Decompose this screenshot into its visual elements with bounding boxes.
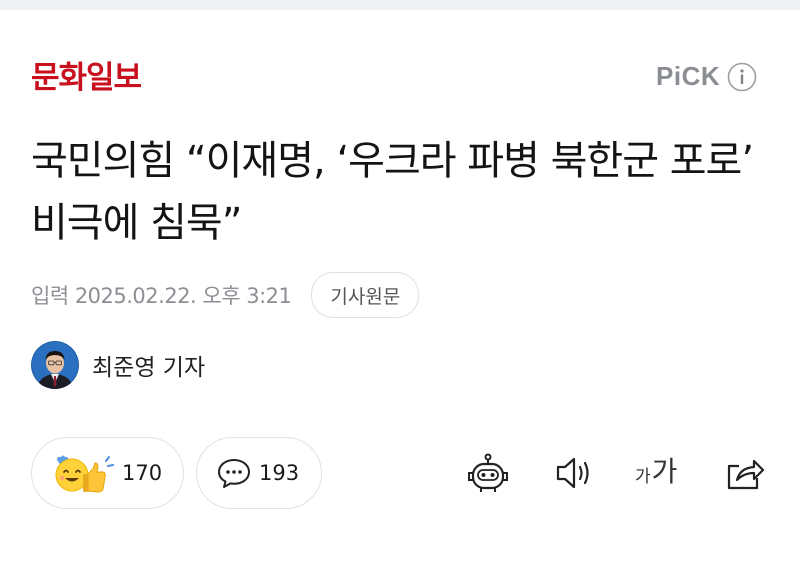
reporter-avatar bbox=[31, 341, 79, 389]
reporter-name: 최준영 기자 bbox=[92, 355, 206, 381]
comment-count: 193 bbox=[259, 461, 300, 485]
share-icon[interactable] bbox=[724, 452, 766, 494]
top-status-strip bbox=[0, 0, 800, 10]
original-article-button[interactable]: 기사원문 bbox=[311, 272, 420, 318]
article-meta: 입력 2025.02.22. 오후 3:21 기사원문 bbox=[31, 272, 420, 318]
reaction-emoji-icon bbox=[55, 455, 114, 493]
press-logo[interactable]: 문화일보 bbox=[31, 58, 142, 98]
font-size-button[interactable]: 가 가 bbox=[635, 452, 677, 492]
font-size-large-glyph: 가 bbox=[651, 455, 678, 488]
pick-label: PiCK bbox=[656, 61, 721, 91]
comment-icon bbox=[218, 459, 250, 488]
ai-summary-robot-icon[interactable] bbox=[466, 452, 510, 496]
article-headline: 국민의힘 “이재명, ‘우크라 파병 북한군 포로’ 비극에 침묵” bbox=[31, 138, 754, 246]
text-to-speech-icon[interactable] bbox=[554, 452, 596, 494]
comment-button[interactable]: 193 bbox=[196, 437, 322, 509]
reaction-count: 170 bbox=[122, 461, 163, 485]
info-icon[interactable] bbox=[727, 62, 757, 92]
reaction-button[interactable]: 170 bbox=[31, 437, 184, 509]
reporter-info[interactable]: 최준영 기자 bbox=[31, 341, 205, 389]
pick-badge[interactable]: PiCK bbox=[656, 61, 757, 92]
font-size-small-glyph: 가 bbox=[635, 467, 651, 487]
article-datetime: 입력 2025.02.22. 오후 3:21 bbox=[31, 284, 292, 308]
